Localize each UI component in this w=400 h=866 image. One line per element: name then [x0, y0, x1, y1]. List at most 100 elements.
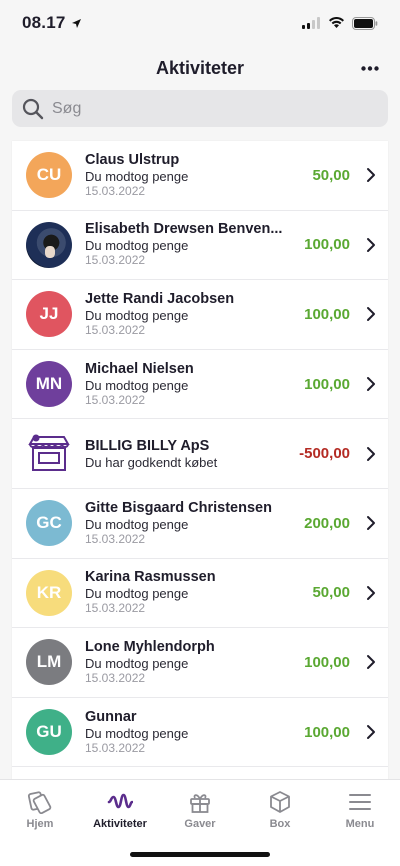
- status-bar: 08.17: [0, 0, 400, 46]
- avatar-initials: GC: [26, 500, 72, 547]
- avatar-initials: CU: [26, 152, 72, 199]
- activity-amount: 100,00: [304, 375, 350, 393]
- activity-date: 15.03.2022: [85, 392, 146, 407]
- activity-description: Du modtog penge: [85, 168, 189, 184]
- chevron-right-icon: [367, 168, 375, 183]
- activity-name: Claus Ulstrup: [85, 151, 180, 168]
- activity-amount: 200,00: [304, 514, 350, 532]
- activity-text: BILLIG BILLY ApS Du har godkendt købet: [85, 438, 291, 470]
- chevron-right-icon: [367, 655, 375, 670]
- activity-row[interactable]: KR Karina Rasmussen Du modtog penge 15.03.2…: [12, 559, 388, 629]
- activity-row[interactable]: JJ Jette Randi Jacobsen Du modtog penge 15.…: [12, 280, 388, 350]
- chevron-right-icon: [367, 725, 375, 740]
- activity-text: Gunnar Du modtog penge 15.03.2022: [85, 709, 296, 756]
- activity-date: 15.03.2022: [85, 322, 146, 337]
- header: Aktiviteter: [0, 46, 400, 90]
- activity-date: 15.03.2022: [85, 670, 146, 685]
- chevron-right-icon: [367, 377, 375, 392]
- status-time: 08.17: [22, 13, 82, 33]
- tab-label-aktiviteter: Aktiviteter: [93, 818, 147, 830]
- activity-row[interactable]: Elisabeth Drewsen Benven... Du modtog pen…: [12, 211, 388, 281]
- activity-wave-icon: [107, 793, 133, 809]
- tab-label-hjem: Hjem: [26, 818, 54, 830]
- activity-name: Karina Rasmussen: [85, 569, 216, 586]
- activity-amount: -500,00: [299, 445, 350, 463]
- activity-text: Claus Ulstrup Du modtog penge 15.03.2022: [85, 152, 304, 199]
- activity-text: Gitte Bisgaard Christensen Du modtog peng…: [85, 500, 296, 547]
- activity-text: Jette Randi Jacobsen Du modtog penge 15.03…: [85, 291, 296, 338]
- shop-icon: [28, 434, 70, 471]
- activity-amount: 50,00: [312, 584, 350, 602]
- search-icon: [22, 98, 44, 119]
- activity-description: Du modtog penge: [85, 516, 189, 532]
- location-arrow-icon: [71, 18, 81, 28]
- activity-name: Elisabeth Drewsen Benven...: [85, 221, 283, 238]
- activity-description: Du modtog penge: [85, 725, 189, 741]
- chevron-right-icon: [367, 237, 375, 252]
- search-input[interactable]: [52, 99, 352, 118]
- activity-row[interactable]: MN Michael Nielsen Du modtog penge 15.03.20…: [12, 350, 388, 420]
- avatar-initials: GU: [26, 709, 72, 756]
- tab-label-menu: Menu: [345, 818, 375, 830]
- activity-date: 15.03.2022: [85, 183, 146, 198]
- avatar-initials: LM: [26, 639, 72, 686]
- activity-name: Jette Randi Jacobsen: [85, 290, 235, 307]
- gift-icon: [190, 794, 210, 813]
- activity-row[interactable]: GU Gunnar Du modtog penge 15.03.2022 100,00: [12, 698, 388, 768]
- activity-text: Lone Myhlendorph Du modtog penge 15.03.202…: [85, 639, 296, 686]
- tab-label-box: Box: [269, 818, 291, 830]
- activity-name: BILLIG BILLY ApS: [85, 437, 210, 454]
- chevron-right-icon: [367, 516, 375, 531]
- home-indicator: [130, 852, 270, 857]
- activity-description: Du modtog penge: [85, 377, 189, 393]
- box-icon: [270, 791, 290, 813]
- chevron-right-icon: [367, 446, 375, 461]
- activity-amount: 100,00: [304, 305, 350, 323]
- activity-name: Gitte Bisgaard Christensen: [85, 499, 272, 516]
- status-icons: [302, 16, 378, 30]
- activity-text: Elisabeth Drewsen Benven... Du modtog pen…: [85, 221, 296, 268]
- cards-icon: [27, 791, 52, 814]
- activity-date: 15.03.2022: [85, 253, 146, 268]
- activity-text: Karina Rasmussen Du modtog penge 15.03.202…: [85, 569, 304, 616]
- activity-date: 15.03.2022: [85, 531, 146, 546]
- tab-label-gaver: Gaver: [184, 818, 216, 830]
- activity-text: Michael Nielsen Du modtog penge 15.03.2022: [85, 361, 296, 408]
- more-options-button[interactable]: [356, 54, 384, 82]
- chevron-right-icon: [367, 585, 375, 600]
- activity-description: Du modtog penge: [85, 586, 189, 602]
- activity-amount: 50,00: [312, 166, 350, 184]
- avatar-initials: KR: [26, 569, 72, 616]
- avatar-initials: JJ: [26, 291, 72, 338]
- activity-date: 15.03.2022: [85, 601, 146, 616]
- activity-amount: 100,00: [304, 653, 350, 671]
- activity-list: CU Claus Ulstrup Du modtog penge 15.03.2022…: [12, 141, 388, 781]
- activity-row[interactable]: BILLIG BILLY ApS Du har godkendt købet -50…: [12, 419, 388, 489]
- avatar-initials: MN: [26, 361, 72, 408]
- activity-date: 15.03.2022: [85, 740, 146, 755]
- activity-description: Du modtog penge: [85, 307, 189, 323]
- search-bar[interactable]: [12, 90, 388, 127]
- page-title: Aktiviteter: [155, 57, 245, 78]
- tab-hjem[interactable]: Hjem: [0, 780, 80, 866]
- clock-text: 08.17: [22, 13, 66, 32]
- merchant-avatar: [26, 431, 72, 477]
- menu-icon: [349, 794, 371, 810]
- cellular-signal-icon: [302, 17, 320, 29]
- activity-description: Du har godkendt købet: [85, 454, 218, 470]
- activity-amount: 100,00: [304, 723, 350, 741]
- activity-row[interactable]: GC Gitte Bisgaard Christensen Du modtog pe…: [12, 489, 388, 559]
- activity-description: Du modtog penge: [85, 655, 189, 671]
- avatar-photo: [26, 221, 72, 268]
- activity-name: Michael Nielsen: [85, 360, 194, 377]
- wifi-icon: [329, 17, 344, 28]
- activity-amount: 100,00: [304, 236, 350, 254]
- activity-row[interactable]: CU Claus Ulstrup Du modtog penge 15.03.2022…: [12, 141, 388, 211]
- tab-menu[interactable]: Menu: [320, 780, 400, 866]
- more-dots-icon: [361, 65, 379, 71]
- chevron-right-icon: [367, 307, 375, 322]
- battery-icon: [352, 16, 378, 30]
- activity-name: Gunnar: [85, 708, 137, 725]
- activity-row[interactable]: LM Lone Myhlendorph Du modtog penge 15.03.2…: [12, 628, 388, 698]
- activity-description: Du modtog penge: [85, 238, 189, 254]
